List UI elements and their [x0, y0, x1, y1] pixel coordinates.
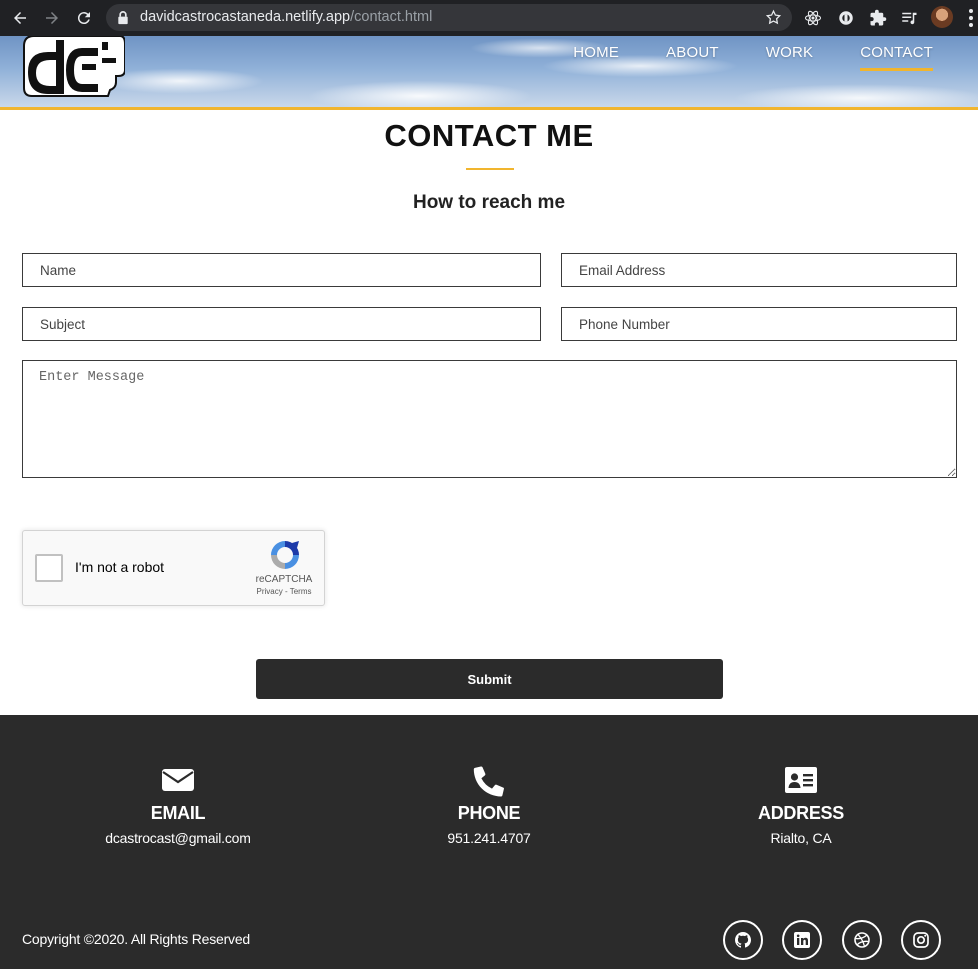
- recaptcha-label: I'm not a robot: [75, 559, 165, 575]
- recaptcha-links[interactable]: Privacy - Terms: [248, 587, 320, 596]
- phone-heading: PHONE: [457, 803, 521, 823]
- media-control-button[interactable]: [899, 8, 919, 28]
- nav-about[interactable]: ABOUT: [666, 44, 719, 71]
- submit-button[interactable]: Submit: [256, 659, 723, 699]
- bookmark-star-icon[interactable]: [765, 9, 782, 26]
- phone-icon: [473, 766, 504, 797]
- back-button[interactable]: [8, 6, 32, 30]
- footer-address: ADDRESS Rialto, CA: [681, 763, 921, 846]
- envelope-icon: [162, 769, 194, 791]
- reload-icon: [77, 12, 90, 25]
- phone-value[interactable]: 951.241.4707: [369, 830, 609, 846]
- site-footer: EMAIL dcastrocast@gmail.com PHONE 951.24…: [0, 715, 978, 969]
- browser-menu-button[interactable]: [968, 9, 974, 27]
- email-value[interactable]: dcastrocast@gmail.com: [58, 830, 298, 846]
- nav-contact[interactable]: CONTACT: [860, 44, 933, 71]
- page-title: CONTACT ME: [384, 118, 594, 153]
- recaptcha-widget: I'm not a robot reCAPTCHA Privacy - Term…: [22, 530, 325, 606]
- address-bar[interactable]: davidcastrocastaneda.netlify.app/contact…: [106, 4, 792, 31]
- github-link[interactable]: [723, 920, 763, 960]
- profile-avatar[interactable]: [931, 6, 953, 28]
- dribbble-link[interactable]: [842, 920, 882, 960]
- react-devtools-extension[interactable]: [803, 8, 823, 28]
- github-icon: [735, 932, 751, 948]
- email-heading: EMAIL: [150, 803, 206, 823]
- footer-email: EMAIL dcastrocast@gmail.com: [58, 763, 298, 846]
- recaptcha-checkbox[interactable]: [35, 554, 63, 582]
- instagram-icon: [913, 932, 929, 948]
- linkedin-link[interactable]: [782, 920, 822, 960]
- site-header: HOME ABOUT WORK CONTACT: [0, 36, 978, 110]
- linkedin-icon: [794, 932, 810, 948]
- playlist-icon: [902, 12, 917, 25]
- browser-toolbar: davidcastrocastaneda.netlify.app/contact…: [0, 0, 978, 36]
- address-heading: ADDRESS: [758, 803, 844, 823]
- main-nav: HOME ABOUT WORK CONTACT: [526, 44, 933, 71]
- extensions-button[interactable]: [868, 8, 888, 28]
- phone-input[interactable]: [561, 307, 957, 341]
- arrow-left-icon: [14, 12, 26, 24]
- site-logo[interactable]: [22, 36, 125, 98]
- page-subtitle: How to reach me: [412, 192, 566, 213]
- nav-home[interactable]: HOME: [573, 44, 619, 71]
- footer-phone: PHONE 951.241.4707: [369, 763, 609, 846]
- url-text: davidcastrocastaneda.netlify.app/contact…: [140, 9, 433, 25]
- nav-work[interactable]: WORK: [766, 44, 813, 71]
- react-atom-icon: [804, 10, 822, 26]
- lock-icon: [118, 11, 128, 25]
- title-divider: [466, 168, 514, 170]
- circle-extension[interactable]: [836, 8, 856, 28]
- address-card-icon: [785, 767, 817, 793]
- subject-input[interactable]: [22, 307, 541, 341]
- copyright-text: Copyright ©2020. All Rights Reserved: [22, 931, 251, 947]
- dribbble-icon: [854, 932, 870, 948]
- message-textarea[interactable]: [22, 360, 957, 478]
- arrow-right-icon: [46, 12, 58, 24]
- address-value: Rialto, CA: [770, 830, 832, 846]
- email-input[interactable]: [561, 253, 957, 287]
- circle-extension-icon: [839, 11, 853, 25]
- puzzle-piece-icon: [870, 9, 887, 26]
- instagram-link[interactable]: [901, 920, 941, 960]
- name-input[interactable]: [22, 253, 541, 287]
- forward-button[interactable]: [40, 6, 64, 30]
- reload-button[interactable]: [72, 6, 96, 30]
- recaptcha-logo-icon: [271, 541, 299, 569]
- recaptcha-brand: reCAPTCHA: [255, 574, 313, 585]
